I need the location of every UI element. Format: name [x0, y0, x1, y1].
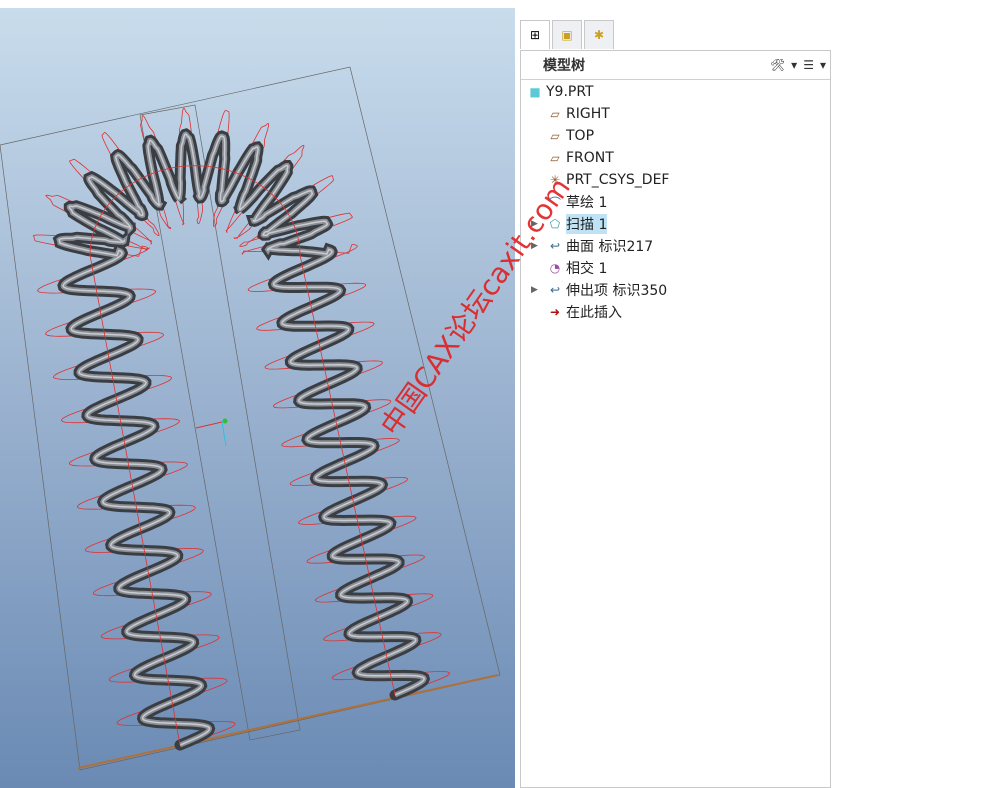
datum-plane-icon: ▱	[550, 151, 560, 165]
show-list-icon[interactable]: ☰	[803, 58, 814, 72]
csys-z-axis	[221, 421, 227, 447]
model-tree: 模型树 🛠 ▾ ☰ ▾ ■ Y9.PRT ▱ RIGHT ▱ TOP ▱ FRONT ✳ PRT_…	[520, 50, 831, 788]
tree-item[interactable]: ▱ FRONT	[547, 147, 614, 169]
insert-here-arrow-icon: ➜	[549, 305, 561, 319]
spring-model	[0, 66, 501, 771]
surface-icon: ↩	[549, 239, 561, 253]
spring-body	[52, 128, 431, 751]
tree-item[interactable]: ▱ RIGHT	[547, 103, 610, 125]
model-tree-title: 模型树	[543, 58, 585, 74]
protrusion-icon: ↩	[549, 283, 561, 297]
csys-y-axis	[222, 418, 228, 424]
tree-item[interactable]: ▱ TOP	[547, 125, 594, 147]
tree-item[interactable]: ■ Y9.PRT	[527, 81, 594, 103]
model-tree-icon: ⊞	[529, 28, 541, 42]
tab-folder-browser[interactable]: ▣	[552, 20, 582, 49]
show-dropdown[interactable]: ▾	[820, 58, 826, 72]
navigator-panel: ⊞ ▣ ✱ 模型树 🛠 ▾ ☰ ▾ ■ Y9.PRT ▱ RIGHT ▱ TOP ▱ FRON…	[520, 20, 831, 788]
tree-item-label: TOP	[566, 128, 595, 144]
tree-item-label: RIGHT	[566, 106, 610, 122]
tree-item-label: 伸出项 标识350	[566, 283, 668, 299]
tab-favorites[interactable]: ✱	[584, 20, 614, 49]
tab-model-tree[interactable]: ⊞	[520, 20, 550, 49]
intersect-icon: ◔	[549, 261, 561, 275]
tree-item[interactable]: ◔ 相交 1	[547, 257, 608, 279]
tree-item[interactable]: ▶ ↩ 伸出项 标识350	[531, 279, 668, 301]
graphics-viewport[interactable]	[0, 8, 515, 788]
expand-arrow-icon[interactable]: ▶	[531, 285, 538, 295]
settings-dropdown[interactable]: ▾	[791, 58, 797, 72]
tree-item-label: Y9.PRT	[546, 84, 594, 100]
favorites-folder-icon: ✱	[593, 28, 605, 42]
tree-item-label: 扫描 1	[566, 214, 608, 234]
csys-x-axis	[195, 421, 223, 429]
tree-item[interactable]: ➜ 在此插入	[547, 301, 622, 323]
tree-item[interactable]: ▶ ↩ 曲面 标识217	[531, 235, 654, 257]
tree-item-label: PRT_CSYS_DEF	[566, 172, 670, 188]
tree-item-label: 在此插入	[566, 305, 622, 321]
datum-plane-icon: ▱	[550, 129, 560, 143]
datum-plane-icon: ▱	[550, 107, 560, 121]
settings-icon[interactable]: 🛠	[770, 58, 785, 72]
part-icon: ■	[529, 85, 541, 99]
folders-icon: ▣	[561, 28, 573, 42]
tree-item-label: 相交 1	[566, 261, 608, 277]
tree-item-label: FRONT	[566, 150, 614, 166]
tree-item-label: 曲面 标识217	[566, 239, 654, 255]
